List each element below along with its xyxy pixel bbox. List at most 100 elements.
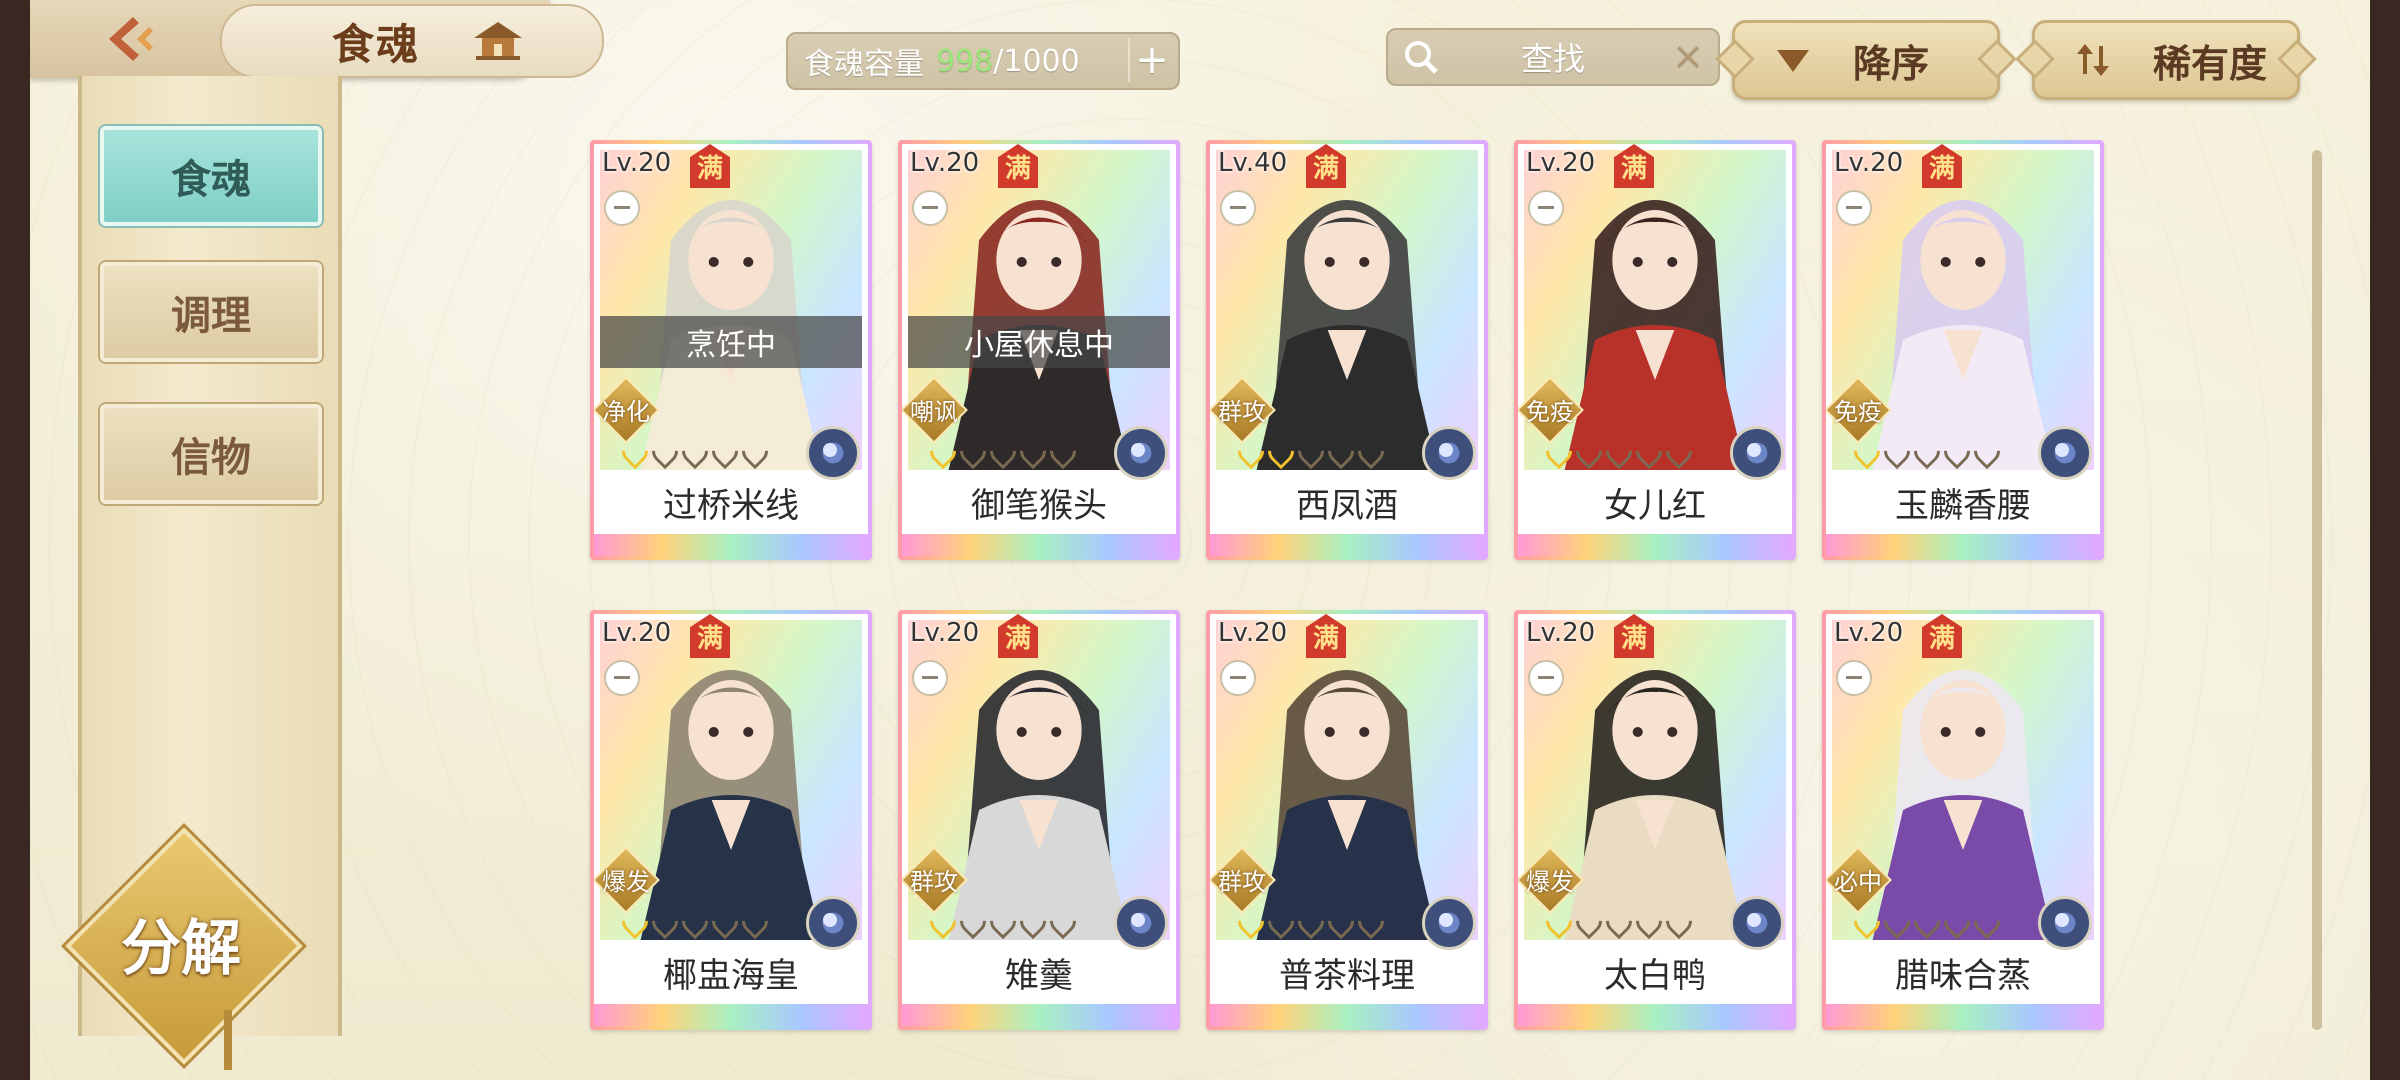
element-flower-icon: [806, 426, 860, 480]
lock-toggle-icon[interactable]: [604, 660, 640, 696]
element-flower-icon: [1422, 896, 1476, 950]
card-name: 御笔猴头: [971, 486, 1107, 526]
element-flower-icon: [1114, 896, 1168, 950]
lock-toggle-icon[interactable]: [604, 190, 640, 226]
star-icon: [1968, 432, 2006, 470]
home-icon[interactable]: [470, 18, 526, 62]
tassel-ornament: [224, 1010, 232, 1070]
tab-food-souls-label: 食魂: [171, 157, 251, 203]
star-icon: [1570, 432, 1608, 470]
food-soul-card[interactable]: Lv.20 满爆发 椰盅海皇: [590, 610, 872, 1030]
star-icon: [1600, 902, 1638, 940]
lock-toggle-icon[interactable]: [912, 660, 948, 696]
card-body: Lv.20 满免疫 玉麟香腰: [1826, 144, 2100, 556]
lock-toggle-icon[interactable]: [912, 190, 948, 226]
page-title: 食魂: [332, 19, 421, 69]
star-icon: [984, 902, 1022, 940]
star-icon: [1660, 902, 1698, 940]
search-input[interactable]: 查找 ✕: [1386, 28, 1720, 86]
food-soul-card[interactable]: Lv.20 满免疫 玉麟香腰: [1822, 140, 2104, 560]
star-rating: [616, 432, 774, 470]
sort-by-button[interactable]: 稀有度: [2032, 20, 2300, 100]
skill-type-label: 群攻: [1218, 868, 1266, 896]
card-level: Lv.20: [1218, 618, 1288, 648]
back-arrow-icon: [109, 17, 153, 61]
card-name: 普茶料理: [1279, 956, 1415, 996]
skill-type-label: 爆发: [602, 868, 650, 896]
star-icon: [924, 902, 962, 940]
food-soul-card[interactable]: Lv.20 满群攻 普茶料理: [1206, 610, 1488, 1030]
rarity-foot-strip: [1518, 1004, 1792, 1026]
capacity-display: 食魂容量 998 /1000 +: [786, 32, 1180, 90]
skill-type-badge: 免疫: [1518, 376, 1584, 444]
element-flower-icon: [806, 896, 860, 950]
rarity-foot-strip: [1210, 534, 1484, 556]
card-level: Lv.20: [910, 148, 980, 178]
sort-order-button[interactable]: 降序: [1732, 20, 2000, 100]
tab-conditioning[interactable]: 调理: [100, 262, 322, 362]
star-icon: [1968, 902, 2006, 940]
card-level: Lv.20: [1834, 148, 1904, 178]
tab-tokens-label: 信物: [171, 435, 251, 481]
tab-tokens[interactable]: 信物: [100, 404, 322, 504]
star-icon: [1630, 432, 1668, 470]
decompose-label[interactable]: 分解: [86, 900, 276, 987]
skill-type-label: 群攻: [1218, 398, 1266, 426]
star-rating: [924, 902, 1082, 940]
food-soul-card[interactable]: Lv.40 满群攻 西凤酒: [1206, 140, 1488, 560]
star-icon: [1878, 902, 1916, 940]
star-icon: [1322, 432, 1360, 470]
star-icon: [1262, 902, 1300, 940]
star-icon: [1660, 432, 1698, 470]
star-icon: [1232, 432, 1270, 470]
lock-toggle-icon[interactable]: [1220, 660, 1256, 696]
card-name: 太白鸭: [1604, 956, 1706, 996]
card-name: 过桥米线: [663, 486, 799, 526]
skill-type-label: 群攻: [910, 868, 958, 896]
lock-toggle-icon[interactable]: [1836, 660, 1872, 696]
food-soul-card[interactable]: Lv.20 满烹饪中 净化 过桥米线: [590, 140, 872, 560]
card-name: 雉羹: [1005, 956, 1073, 996]
star-icon: [676, 432, 714, 470]
food-soul-card[interactable]: Lv.20 满必中 腊味合蒸: [1822, 610, 2104, 1030]
food-soul-card[interactable]: Lv.20 满群攻 雉羹: [898, 610, 1180, 1030]
card-name: 玉麟香腰: [1895, 486, 2031, 526]
capacity-add-button[interactable]: +: [1128, 37, 1174, 83]
rarity-foot-strip: [1518, 534, 1792, 556]
triangle-down-icon: [1777, 50, 1809, 72]
skill-type-label: 免疫: [1526, 398, 1574, 426]
star-icon: [1570, 902, 1608, 940]
search-placeholder: 查找: [1520, 40, 1585, 78]
tab-food-souls[interactable]: 食魂: [100, 126, 322, 226]
rarity-foot-strip: [1826, 534, 2100, 556]
food-soul-card[interactable]: Lv.20 满免疫 女儿红: [1514, 140, 1796, 560]
game-screen: 食魂 食魂容量 998 /1000 + 查找 ✕ 降序 稀有度 食魂 调理 信物…: [30, 0, 2370, 1080]
star-icon: [954, 432, 992, 470]
star-rating: [1540, 902, 1698, 940]
star-rating: [1540, 432, 1698, 470]
star-icon: [1292, 432, 1330, 470]
skill-type-badge: 群攻: [902, 846, 968, 914]
element-flower-icon: [2038, 426, 2092, 480]
scrollbar[interactable]: [2312, 150, 2322, 1030]
skill-type-badge: 群攻: [1210, 376, 1276, 444]
star-icon: [954, 902, 992, 940]
capacity-label: 食魂容量: [804, 47, 924, 82]
food-soul-card[interactable]: Lv.20 满爆发 太白鸭: [1514, 610, 1796, 1030]
lock-toggle-icon[interactable]: [1836, 190, 1872, 226]
back-button[interactable]: [80, 6, 180, 72]
star-icon: [646, 902, 684, 940]
lock-toggle-icon[interactable]: [1528, 660, 1564, 696]
food-soul-card[interactable]: Lv.20 满小屋休息中 嘲讽 御笔猴头: [898, 140, 1180, 560]
sort-arrows-icon: [2077, 44, 2109, 76]
card-body: Lv.20 满烹饪中 净化 过桥米线: [594, 144, 868, 556]
scrollbar-thumb[interactable]: [2312, 150, 2322, 1030]
card-name: 女儿红: [1604, 486, 1706, 526]
card-body: Lv.20 满爆发 椰盅海皇: [594, 614, 868, 1026]
star-icon: [1938, 432, 1976, 470]
star-icon: [1848, 902, 1886, 940]
lock-toggle-icon[interactable]: [1528, 190, 1564, 226]
lock-toggle-icon[interactable]: [1220, 190, 1256, 226]
star-icon: [984, 432, 1022, 470]
search-clear-button[interactable]: ✕: [1672, 36, 1704, 80]
